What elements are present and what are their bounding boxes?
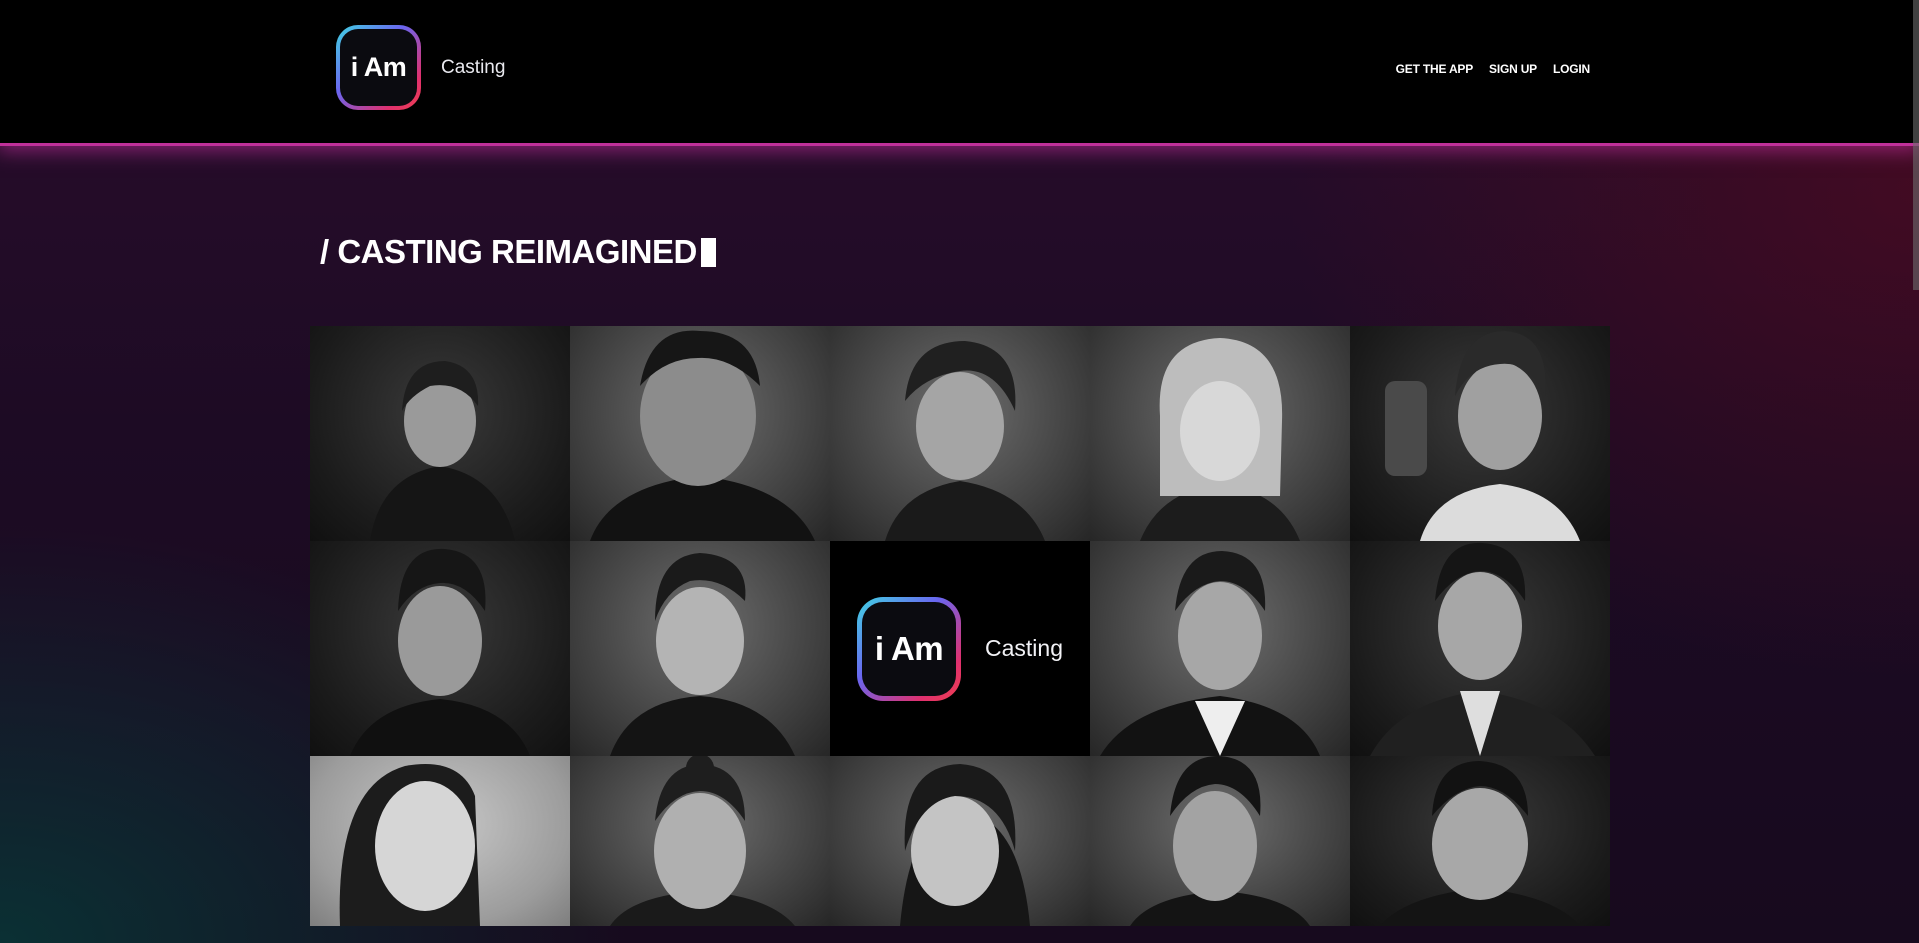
talent-photo[interactable] (830, 756, 1090, 926)
portrait-image (1130, 756, 1310, 926)
logo-badge: i Am (336, 25, 421, 110)
talent-photo[interactable] (310, 541, 570, 756)
nav-get-the-app[interactable]: GET THE APP (1396, 62, 1474, 76)
nav-sign-up[interactable]: SIGN UP (1489, 62, 1537, 76)
portrait-image (885, 341, 1045, 541)
logo-badge: i Am (857, 596, 961, 701)
site-header: i Am Casting GET THE APP SIGN UP LOGIN (0, 0, 1919, 146)
talent-photo[interactable] (310, 326, 570, 541)
talent-grid: i Am Casting (310, 326, 1610, 926)
talent-photo[interactable] (830, 326, 1090, 541)
typing-cursor (700, 237, 716, 267)
talent-photo[interactable] (1350, 756, 1610, 926)
portrait-image (1100, 551, 1320, 756)
talent-photo[interactable] (570, 326, 830, 541)
portrait-image (1380, 761, 1580, 926)
talent-photo[interactable] (570, 756, 830, 926)
logo-mark: i Am (862, 601, 956, 696)
talent-photo[interactable] (1350, 326, 1610, 541)
portrait-image (900, 764, 1030, 926)
portrait-image (1140, 338, 1300, 541)
logo-mark: i Am (340, 29, 417, 106)
portrait-image (610, 756, 795, 926)
logo-text: Casting (985, 635, 1063, 661)
page: i Am Casting GET THE APP SIGN UP LOGIN /… (0, 0, 1919, 943)
main-nav: GET THE APP SIGN UP LOGIN (1396, 62, 1591, 76)
talent-photo[interactable] (1090, 326, 1350, 541)
portrait-image (350, 548, 530, 756)
nav-login[interactable]: LOGIN (1553, 62, 1590, 76)
grid-logo-tile: i Am Casting (830, 541, 1090, 756)
logo-text: Casting (441, 56, 506, 78)
portrait-image (1370, 542, 1595, 756)
talent-photo[interactable] (570, 541, 830, 756)
talent-photo[interactable] (310, 756, 570, 926)
talent-photo[interactable] (1350, 541, 1610, 756)
portrait-image (590, 330, 815, 541)
portrait-image (339, 764, 480, 926)
hero-headline-text: / CASTING REIMAGINED (320, 233, 697, 270)
hero-headline: / CASTING REIMAGINED (320, 233, 716, 271)
page-scrollbar[interactable] (1913, 0, 1919, 290)
portrait-image (370, 361, 515, 541)
site-logo[interactable]: i Am Casting (336, 25, 505, 110)
portrait-image (610, 553, 795, 756)
portrait-image (1385, 331, 1580, 541)
talent-photo[interactable] (1090, 756, 1350, 926)
talent-photo[interactable] (1090, 541, 1350, 756)
